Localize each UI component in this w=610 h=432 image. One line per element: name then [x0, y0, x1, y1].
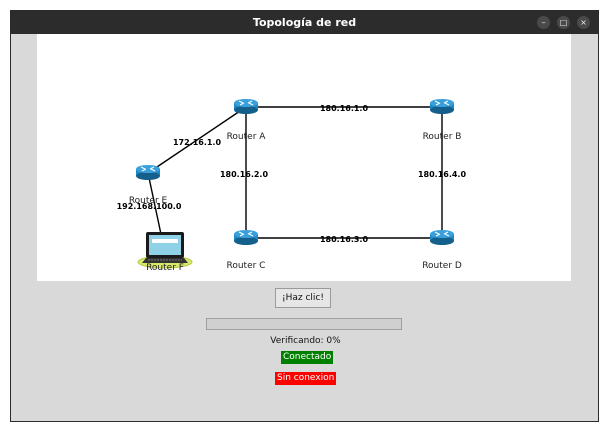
progress-bar [206, 318, 402, 330]
link-label-a-b: 180.16.1.0 [320, 104, 369, 113]
router-icon[interactable] [234, 99, 258, 114]
node-label-a: Router A [227, 132, 267, 142]
minimize-button[interactable]: – [537, 16, 550, 29]
disconnected-badge: Sin conexion [275, 372, 337, 385]
click-button[interactable]: ¡Haz clic! [275, 288, 331, 308]
router-icon[interactable] [234, 230, 258, 245]
network-canvas: 180.16.1.0 180.16.2.0 180.16.3.0 180.16.4.0… [37, 34, 571, 281]
title-bar: Topología de red – □ × [11, 11, 598, 34]
connected-badge: Conectado [281, 351, 334, 364]
maximize-button[interactable]: □ [557, 16, 570, 29]
node-label-e: Router E [129, 196, 168, 206]
router-icon[interactable] [430, 230, 454, 245]
link-label-a-c: 180.16.2.0 [220, 170, 269, 179]
status-text: Verificando: 0% [270, 336, 341, 346]
network-diagram: 180.16.1.0 180.16.2.0 180.16.3.0 180.16.4.0… [117, 99, 467, 273]
router-icon[interactable] [430, 99, 454, 114]
router-icon[interactable] [136, 165, 160, 180]
node-label-f: Router F [146, 263, 184, 273]
link-label-b-d: 180.16.4.0 [418, 170, 467, 179]
app-window: Topología de red – □ × 180.16.1.0 180.16.… [10, 10, 599, 422]
window-title: Topología de red [252, 16, 357, 29]
close-button[interactable]: × [577, 16, 590, 29]
link-label-e-a: 172.16.1.0 [173, 138, 222, 147]
node-label-c: Router C [227, 261, 266, 271]
node-label-b: Router B [423, 132, 462, 142]
node-label-d: Router D [422, 261, 462, 271]
link-label-c-d: 180.16.3.0 [320, 235, 369, 244]
